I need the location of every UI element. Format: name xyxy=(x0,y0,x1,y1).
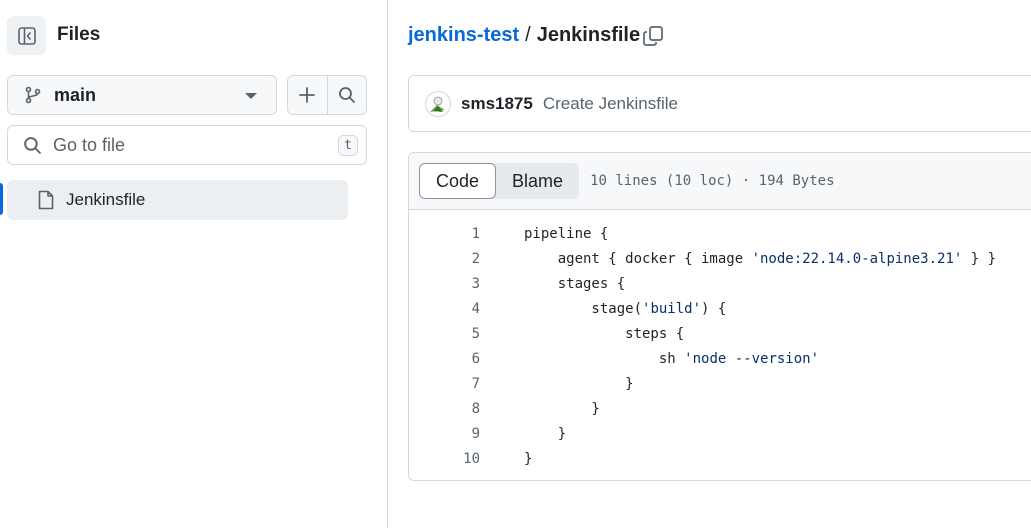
string-literal: 'build' xyxy=(642,301,702,317)
code-line: 5 steps { xyxy=(409,322,1031,347)
breadcrumb-repo-link[interactable]: jenkins-test xyxy=(408,24,519,47)
code-line: 1 pipeline { xyxy=(409,222,1031,247)
line-code: steps { xyxy=(524,326,685,342)
file-tree-sidebar: Files main Go to file t Jenkinsfile xyxy=(0,0,388,528)
file-stats: 10 lines (10 loc) · 194 Bytes xyxy=(590,173,835,189)
search-code-button[interactable] xyxy=(326,76,366,114)
search-icon xyxy=(339,87,355,103)
line-code: } xyxy=(524,401,600,417)
tree-item-jenkinsfile[interactable]: Jenkinsfile xyxy=(7,180,348,220)
branch-selector-button[interactable]: main xyxy=(7,75,277,115)
latest-commit-bar: sms1875 Create Jenkinsfile xyxy=(408,75,1031,132)
line-number[interactable]: 5 xyxy=(409,322,480,347)
git-branch-icon xyxy=(25,86,41,104)
code-line: 8 } xyxy=(409,397,1031,422)
line-number[interactable]: 4 xyxy=(409,297,480,322)
keyboard-shortcut-hint: t xyxy=(338,135,358,156)
code-viewer-header: Code Blame 10 lines (10 loc) · 194 Bytes xyxy=(409,153,1031,210)
active-item-indicator xyxy=(0,183,3,215)
line-code: } xyxy=(524,376,634,392)
line-number[interactable]: 7 xyxy=(409,372,480,397)
code-line: 7 } xyxy=(409,372,1031,397)
sidebar-collapse-icon xyxy=(17,26,36,45)
commit-message-link[interactable]: Create Jenkinsfile xyxy=(543,94,678,114)
line-number[interactable]: 1 xyxy=(409,222,480,247)
go-to-file-input[interactable]: Go to file t xyxy=(7,125,367,165)
search-icon xyxy=(24,136,41,154)
code-lines[interactable]: 1 pipeline { 2 agent { docker { image 'nod… xyxy=(409,210,1031,472)
tree-item-label: Jenkinsfile xyxy=(66,190,146,209)
copy-path-button[interactable] xyxy=(641,24,665,48)
code-line: 10} xyxy=(409,447,1031,472)
breadcrumb-separator: / xyxy=(525,24,531,46)
go-to-file-placeholder: Go to file xyxy=(53,134,126,155)
code-line: 6 sh 'node --version' xyxy=(409,347,1031,372)
line-number[interactable]: 3 xyxy=(409,272,480,297)
commit-author-link[interactable]: sms1875 xyxy=(461,94,533,114)
code-line: 2 agent { docker { image 'node:22.14.0-a… xyxy=(409,247,1031,272)
tab-code[interactable]: Code xyxy=(419,163,497,199)
user-avatar-icon xyxy=(430,96,445,112)
line-number[interactable]: 9 xyxy=(409,422,480,447)
string-literal: 'node --version' xyxy=(684,351,820,367)
line-code: stages { xyxy=(524,276,626,292)
file-actions-group xyxy=(287,75,367,115)
code-line: 4 stage('build') { xyxy=(409,297,1031,322)
plus-icon xyxy=(299,87,316,103)
line-code: } xyxy=(524,426,567,442)
line-code: } xyxy=(524,451,533,467)
string-literal: 'node:22.14.0-alpine3.21' xyxy=(751,251,963,267)
file-icon xyxy=(38,190,54,210)
line-number[interactable]: 6 xyxy=(409,347,480,372)
code-line: 9 } xyxy=(409,422,1031,447)
breadcrumb: jenkins-test / Jenkinsfile xyxy=(408,24,640,47)
code-viewer: Code Blame 10 lines (10 loc) · 194 Bytes… xyxy=(408,152,1031,481)
line-number[interactable]: 10 xyxy=(409,447,480,472)
branch-name: main xyxy=(54,84,97,105)
breadcrumb-file-name: Jenkinsfile xyxy=(536,24,641,46)
add-file-button[interactable] xyxy=(288,76,327,114)
sidebar-title: Files xyxy=(57,24,101,45)
line-code: sh 'node --version' xyxy=(524,351,820,367)
line-number[interactable]: 2 xyxy=(409,247,480,272)
line-code: stage('build') { xyxy=(524,301,727,317)
tab-blame[interactable]: Blame xyxy=(496,163,579,199)
view-mode-toggle: Code Blame xyxy=(419,163,580,199)
copy-icon xyxy=(643,26,663,46)
line-number[interactable]: 8 xyxy=(409,397,480,422)
collapse-sidebar-button[interactable] xyxy=(7,16,46,55)
avatar[interactable] xyxy=(425,90,451,117)
line-code: agent { docker { image 'node:22.14.0-alp… xyxy=(524,251,997,267)
chevron-down-icon xyxy=(245,93,257,99)
code-line: 3 stages { xyxy=(409,272,1031,297)
line-code: pipeline { xyxy=(524,226,609,242)
